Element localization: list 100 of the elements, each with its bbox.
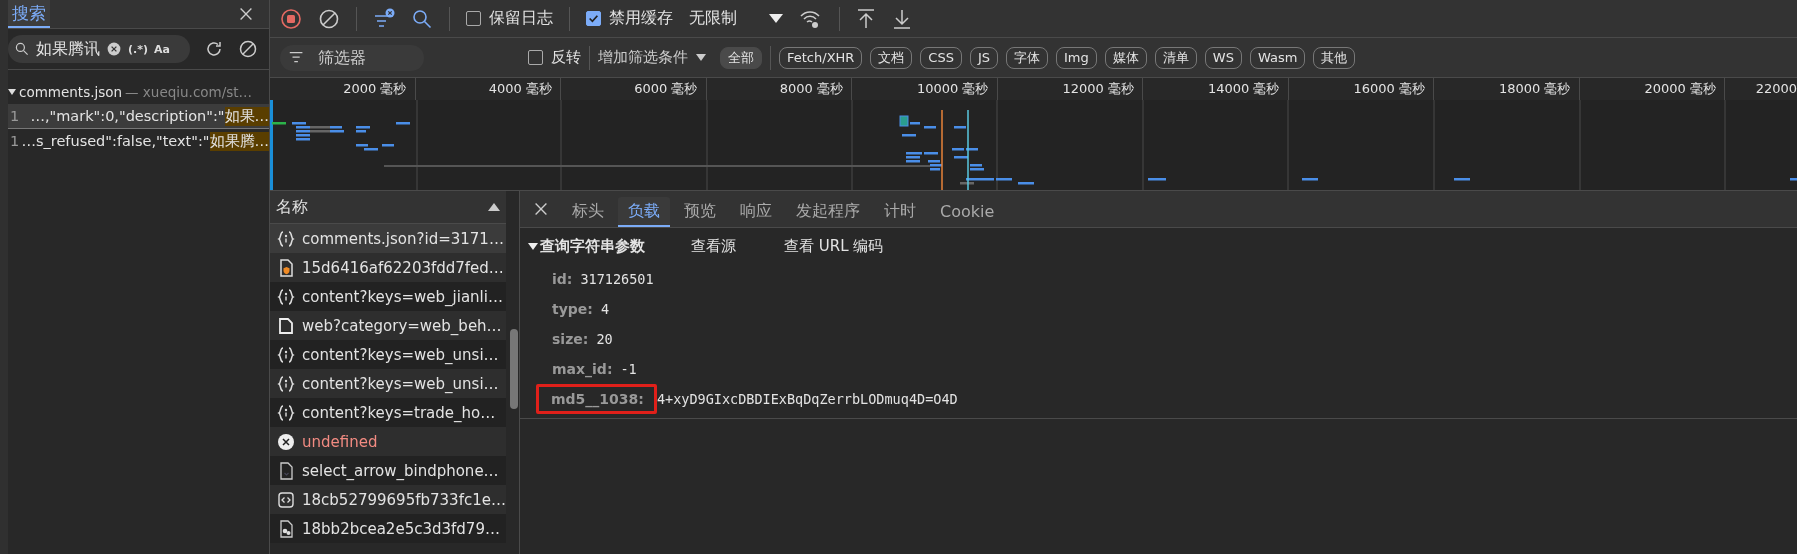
checkmark-icon: [588, 13, 599, 24]
match-case-toggle[interactable]: Aa: [154, 42, 170, 56]
time-tick-label: 14000 毫秒: [1143, 78, 1289, 100]
triangle-icon[interactable]: [528, 241, 538, 251]
upload-icon: [856, 7, 876, 30]
document-icon: [276, 315, 296, 336]
param-value: 20: [596, 331, 613, 347]
throttling-dropdown[interactable]: 无限制: [689, 8, 783, 29]
more-filters-dropdown[interactable]: 增加筛选条件: [598, 48, 706, 67]
braces-icon: [276, 373, 296, 394]
time-tick-label: 12000 毫秒: [997, 78, 1143, 100]
details-tab[interactable]: 标头: [562, 197, 614, 227]
search-icon: [14, 41, 30, 57]
braces-icon: [276, 344, 296, 365]
refresh-icon: [204, 39, 224, 59]
type-filter-chip[interactable]: 其他: [1313, 46, 1356, 69]
type-filter-chip[interactable]: JS: [969, 46, 999, 69]
request-row[interactable]: web?category=web_beh…: [270, 311, 506, 340]
param-key: max_id:: [550, 361, 615, 377]
result-file-location: — xueqiu.com/st…: [125, 84, 253, 100]
param-value: 4: [600, 301, 610, 317]
time-tick-label: 6000 毫秒: [561, 78, 707, 100]
request-row[interactable]: 18cb52799695fb733fc1e…: [270, 485, 506, 514]
search-tab[interactable]: 搜索: [8, 0, 50, 28]
filter-field[interactable]: 筛选器: [280, 44, 424, 71]
match-highlight: 如果…: [224, 106, 269, 126]
time-tick-label: 4000 毫秒: [415, 78, 561, 100]
type-filter-chip[interactable]: Img: [1056, 46, 1097, 69]
script-icon: [276, 489, 296, 510]
request-row[interactable]: content?keys=web_unsi…: [270, 340, 506, 369]
download-icon: [892, 7, 912, 30]
request-row[interactable]: content?keys=trade_ho…: [270, 398, 506, 427]
request-row[interactable]: undefined: [270, 427, 506, 456]
braces-icon: [276, 402, 296, 423]
param-key: id:: [550, 271, 575, 287]
checkbox[interactable]: [528, 50, 543, 65]
filter-field[interactable]: 筛选器: [316, 47, 410, 68]
time-tick-label: 22000: [1754, 80, 1797, 98]
details-tab[interactable]: 预览: [674, 197, 726, 227]
request-row[interactable]: 15d6416af62203fdd7fed…: [270, 253, 506, 282]
filter-icon: [373, 7, 395, 30]
time-tick-label: 8000 毫秒: [706, 78, 852, 100]
time-tick-label: 10000 毫秒: [852, 78, 998, 100]
checkbox[interactable]: [466, 11, 481, 26]
clear-icon: [318, 7, 340, 30]
type-filter-chip[interactable]: 媒体: [1104, 46, 1147, 69]
braces-icon: [276, 228, 296, 249]
request-row[interactable]: content?keys=web_jianli…: [270, 282, 506, 311]
details-tab[interactable]: 负载: [618, 197, 670, 227]
type-filter-chip[interactable]: 字体: [1006, 46, 1049, 69]
time-tick-label: 20000 毫秒: [1579, 78, 1725, 100]
result-file-name[interactable]: comments.json: [19, 84, 123, 100]
param-key: type:: [550, 301, 595, 317]
section-header[interactable]: 查询字符串参数: [528, 236, 691, 256]
type-filter-chip[interactable]: 全部: [720, 46, 762, 69]
regex-toggle[interactable]: (.*): [128, 42, 148, 56]
param-key: md5__1038:: [536, 384, 657, 414]
sort-ascending-icon: [487, 203, 500, 211]
checkbox[interactable]: [586, 11, 601, 26]
request-row[interactable]: comments.json?id=3171…: [270, 224, 506, 253]
param-value: 317126501: [580, 271, 654, 287]
request-row[interactable]: select_arrow_bindphone…: [270, 456, 506, 485]
request-row[interactable]: content?keys=web_unsi…: [270, 369, 506, 398]
time-tick-label: 16000 毫秒: [1288, 78, 1434, 100]
param-value: 4+xyD9GIxcDBDIExBqDqZerrbLODmuq4D=O4D: [656, 391, 958, 407]
checkbox-label: 禁用缓存: [609, 8, 673, 29]
column-header[interactable]: 名称: [276, 196, 308, 218]
details-tab[interactable]: 计时: [874, 197, 926, 227]
search-field[interactable]: 如果腾讯 (.*) Aa: [8, 35, 190, 63]
search-icon: [411, 7, 433, 30]
line-number: 1: [9, 133, 21, 149]
clear-icon: [106, 41, 122, 57]
request-row[interactable]: 18bb2bcea2e5c3d3fd79…: [270, 514, 506, 543]
type-filter-chip[interactable]: WS: [1204, 46, 1242, 69]
details-tab[interactable]: 发起程序: [786, 197, 870, 227]
param-key: size:: [550, 331, 591, 347]
triangle-icon[interactable]: [8, 88, 16, 96]
type-filter-chip[interactable]: Wasm: [1249, 46, 1306, 69]
result-snippet: …s_refused":false,"text":": [21, 133, 210, 149]
type-filter-chip[interactable]: Fetch/XHR: [779, 46, 863, 69]
scrollbar-thumb[interactable]: [509, 329, 518, 409]
stop-recording-icon[interactable]: [280, 7, 302, 30]
match-highlight: 如果腾…: [209, 131, 269, 151]
view-option-link[interactable]: 查看源: [691, 236, 736, 256]
type-filter-chip[interactable]: CSS: [920, 46, 962, 69]
search-result-row[interactable]: 1…s_refused":false,"text":"如果腾…: [8, 129, 269, 153]
search-result-row[interactable]: 1 …,"mark":0,"description":"如果…: [8, 104, 269, 129]
type-filter-chip[interactable]: 文档: [870, 46, 913, 69]
details-tab[interactable]: 响应: [730, 197, 782, 227]
checkbox-label: 反转: [551, 48, 581, 67]
type-filter-chip[interactable]: 清单: [1154, 46, 1197, 69]
details-tab[interactable]: Cookie: [930, 197, 1005, 227]
param-value: -1: [620, 361, 637, 377]
checkbox-label: 保留日志: [489, 8, 553, 29]
error-icon: [276, 431, 296, 452]
clear-results-icon: [238, 39, 258, 59]
caret-icon: [769, 13, 783, 24]
line-number: 1: [9, 108, 21, 124]
view-option-link[interactable]: 查看 URL 编码: [784, 236, 884, 256]
time-tick-label: 18000 毫秒: [1434, 78, 1580, 100]
